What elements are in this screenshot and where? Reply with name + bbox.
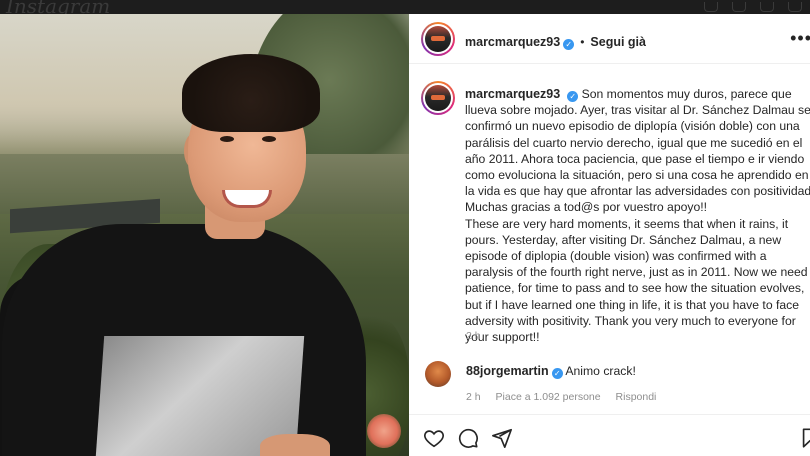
home-icon[interactable] xyxy=(704,2,718,12)
caption-text: Son momentos muy duros, parece que lluev… xyxy=(465,87,810,345)
author-username[interactable]: marcmarquez93 xyxy=(465,35,560,49)
person-eye xyxy=(220,136,234,142)
comment-icon[interactable] xyxy=(457,427,479,449)
verified-icon: ✓ xyxy=(567,91,579,102)
comment-likes[interactable]: Piace a 1.092 persone xyxy=(496,391,601,403)
commenter-username[interactable]: 88jorgemartin xyxy=(466,364,549,378)
comment-avatar-wrap xyxy=(425,361,451,387)
verified-icon: ✓ xyxy=(563,39,575,50)
person-eye xyxy=(262,136,276,142)
follow-button[interactable]: Segui già xyxy=(590,35,646,49)
post-photo[interactable] xyxy=(0,14,409,456)
nav-icons xyxy=(704,2,802,12)
comment-text: Animo crack! xyxy=(565,364,636,378)
heart-icon[interactable] xyxy=(423,427,445,449)
reply-button[interactable]: Rispondi xyxy=(616,391,657,403)
more-icon[interactable]: ••• xyxy=(790,28,810,49)
commenter-avatar[interactable] xyxy=(425,361,451,387)
comment: 88jorgemartin ✓ Animo crack! xyxy=(466,364,636,379)
photo-person xyxy=(0,14,409,456)
explore-icon[interactable] xyxy=(760,2,774,12)
author-avatar[interactable] xyxy=(421,22,455,56)
top-nav-bar: Instagram xyxy=(0,0,810,14)
comment-time[interactable]: 2 h xyxy=(466,391,481,403)
post-header: marcmarquez93 ✓ • Segui già ••• xyxy=(409,14,810,64)
post-panel: marcmarquez93 ✓ • Segui già ••• marcmarquez… xyxy=(409,14,810,456)
action-bar xyxy=(409,414,810,456)
caption-avatar[interactable] xyxy=(421,81,455,115)
header-author-line: marcmarquez93 ✓ • Segui già xyxy=(465,33,646,51)
person-hand xyxy=(260,434,330,456)
messages-icon[interactable] xyxy=(732,2,746,12)
caption-username[interactable]: marcmarquez93 xyxy=(465,87,560,101)
comment-meta: 2 h Piace a 1.092 persone Rispondi xyxy=(466,391,656,403)
post-timestamp[interactable]: 2 h xyxy=(466,330,481,342)
activity-icon[interactable] xyxy=(788,2,802,12)
share-icon[interactable] xyxy=(491,427,513,449)
instagram-logo[interactable]: Instagram xyxy=(6,0,110,14)
bookmark-icon[interactable] xyxy=(799,427,810,449)
post-caption: marcmarquez93 ✓ Son momentos muy duros, p… xyxy=(465,86,810,345)
person-hair xyxy=(182,54,320,132)
separator-dot: • xyxy=(580,35,585,49)
verified-icon: ✓ xyxy=(551,368,563,379)
